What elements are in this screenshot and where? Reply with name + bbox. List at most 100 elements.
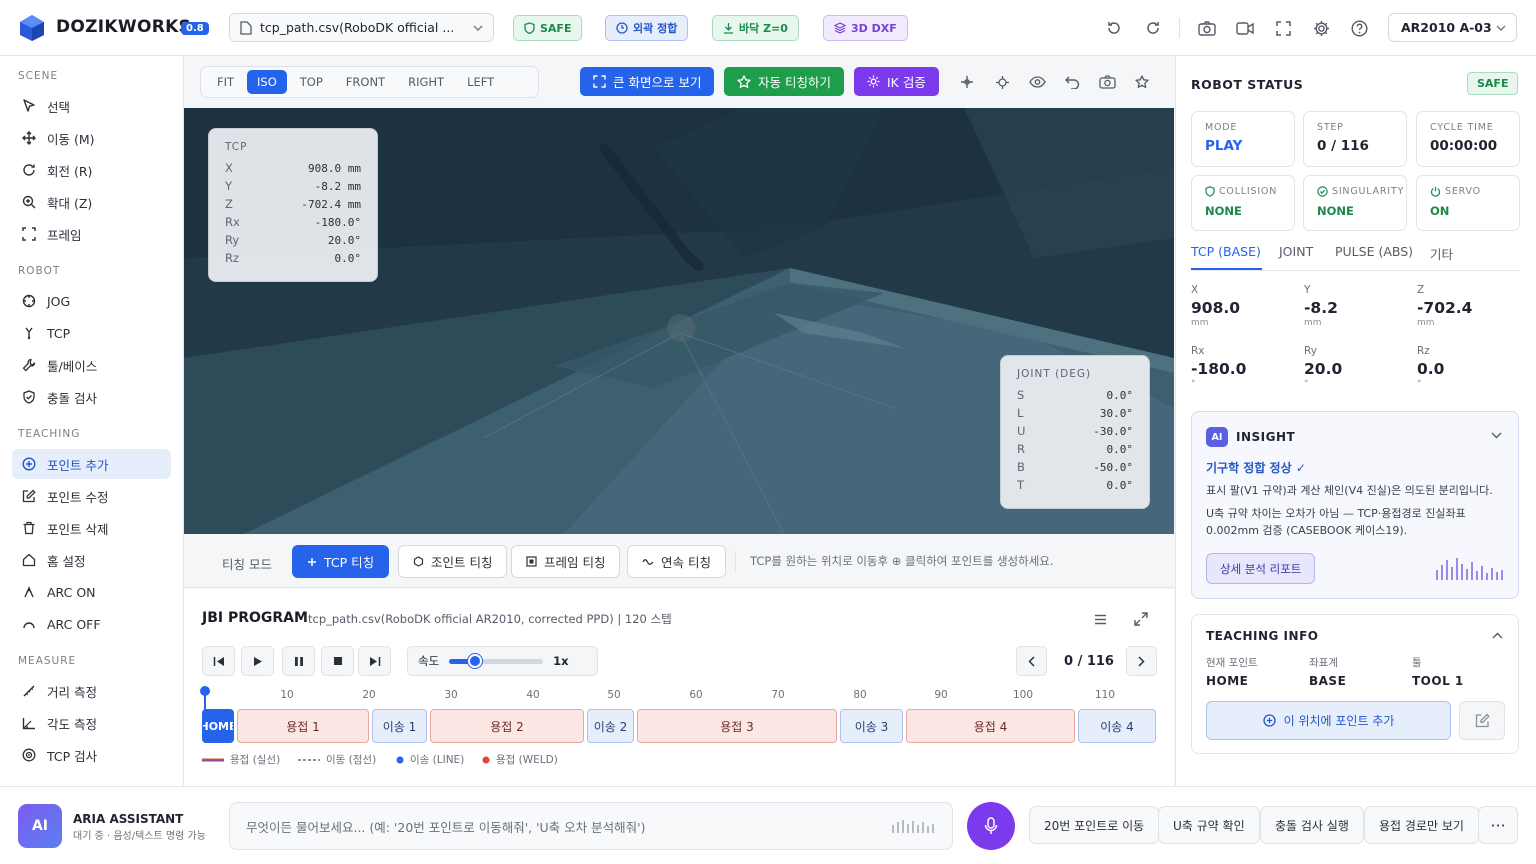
assistant-input[interactable]: 무엇이든 물어보세요... (예: '20번 포인트로 이동해줘', 'U축 오… (229, 802, 953, 850)
sidebar-item-angle[interactable]: 각도 측정 (12, 708, 171, 738)
ik-check-button[interactable]: IK 검증 (854, 67, 939, 96)
field-value: HOME (1206, 674, 1249, 688)
frame-square-icon (526, 556, 537, 567)
sidebar-item-tcp[interactable]: TCP (12, 318, 171, 348)
chip-run-collision-check[interactable]: 충돌 검사 실행 (1260, 806, 1364, 844)
timeline-segment-home[interactable]: HOME (202, 709, 234, 743)
play-button[interactable] (241, 646, 274, 676)
timeline-segment-weld-2[interactable]: 용접 2 (430, 709, 584, 743)
sidebar-item-zoom[interactable]: 확대 (Z) (12, 187, 171, 217)
prev-step-button[interactable] (1016, 646, 1047, 676)
stop-button[interactable] (321, 646, 354, 676)
skip-end-button[interactable] (358, 646, 391, 676)
undo-icon[interactable] (1102, 16, 1126, 40)
sidebar-item-label: TCP (47, 325, 71, 341)
joint-teach-button[interactable]: 조인트 티칭 (398, 545, 508, 578)
view-right-button[interactable]: RIGHT (398, 70, 454, 94)
sidebar-item-move[interactable]: 이동 (M) (12, 123, 171, 153)
sidebar-item-tool-base[interactable]: 툴/베이스 (12, 350, 171, 380)
dxf-pill[interactable]: 3D DXF (823, 15, 908, 41)
help-icon[interactable] (1347, 16, 1371, 40)
chip-check-u-axis[interactable]: U축 규약 확인 (1158, 806, 1260, 844)
sidebar-item-delete-point[interactable]: 포인트 삭제 (12, 513, 171, 543)
snapshot-icon[interactable] (1095, 70, 1119, 94)
timeline-playhead-handle[interactable] (200, 686, 210, 696)
sidebar-item-home-setting[interactable]: 홈 설정 (12, 545, 171, 575)
chevron-down-icon[interactable] (1491, 432, 1502, 439)
tcp-teach-button[interactable]: TCP 티칭 (292, 545, 390, 578)
file-icon (240, 20, 252, 35)
timeline-segment-move-4[interactable]: 이송 4 (1078, 709, 1156, 743)
favorite-star-icon[interactable] (1130, 70, 1154, 94)
audio-level-icon (892, 819, 936, 833)
timeline-segment-weld-4[interactable]: 용접 4 (906, 709, 1075, 743)
next-step-button[interactable] (1126, 646, 1157, 676)
sidebar-item-add-point[interactable]: 포인트 추가 (12, 449, 171, 479)
tcp-row-rz: Rz 0.0° (225, 249, 361, 267)
eye-icon[interactable] (1025, 70, 1049, 94)
crosshair-icon[interactable] (990, 70, 1014, 94)
camera-icon[interactable] (1195, 16, 1219, 40)
tab-tcp-base[interactable]: TCP (BASE) (1191, 244, 1261, 259)
view-fit-button[interactable]: FIT (207, 70, 244, 94)
sidebar-item-frame[interactable]: 프레임 (12, 219, 171, 249)
legend-dashed-line (298, 758, 320, 762)
timeline-segment-move-1[interactable]: 이송 1 (372, 709, 427, 743)
grid-snap-icon[interactable] (955, 70, 979, 94)
speed-value: 1x (553, 654, 569, 668)
gear-icon[interactable] (1309, 16, 1333, 40)
skip-start-button[interactable] (202, 646, 235, 676)
speed-slider-handle[interactable] (467, 653, 482, 668)
detail-report-button[interactable]: 상세 분석 리포트 (1206, 553, 1316, 584)
reset-view-icon[interactable] (1060, 70, 1084, 94)
sidebar-item-tcp-check[interactable]: TCP 검사 (12, 740, 171, 770)
add-point-here-button[interactable]: 이 위치에 포인트 추가 (1206, 701, 1451, 740)
legend-red-dot (482, 756, 490, 764)
sidebar-item-rotate[interactable]: 회전 (R) (12, 155, 171, 185)
video-icon[interactable] (1233, 16, 1257, 40)
pause-button[interactable] (282, 646, 315, 676)
chevron-up-icon[interactable] (1492, 632, 1503, 639)
auto-teach-button[interactable]: 자동 티칭하기 (724, 67, 844, 96)
view-iso-button[interactable]: ISO (247, 70, 287, 94)
timeline-segment-move-3[interactable]: 이송 3 (840, 709, 903, 743)
microphone-button[interactable] (967, 802, 1015, 850)
tab-pulse-abs[interactable]: PULSE (ABS) (1335, 244, 1413, 259)
timeline-segment-weld-1[interactable]: 용접 1 (237, 709, 369, 743)
sidebar-item-distance[interactable]: 거리 측정 (12, 676, 171, 706)
chip-move-to-point-20[interactable]: 20번 포인트로 이동 (1029, 806, 1160, 844)
edit-point-button[interactable] (1459, 701, 1505, 740)
list-icon[interactable] (1089, 609, 1111, 629)
sidebar-item-arc-off[interactable]: ARC OFF (12, 609, 171, 639)
view-front-button[interactable]: FRONT (336, 70, 395, 94)
frame-teach-button[interactable]: 프레임 티칭 (511, 545, 621, 578)
expand-icon (593, 75, 606, 88)
coord-unit: ° (1304, 379, 1309, 389)
angle-icon (22, 716, 36, 730)
sidebar-item-edit-point[interactable]: 포인트 수정 (12, 481, 171, 511)
fullscreen-icon[interactable] (1271, 16, 1295, 40)
timeline-segment-weld-3[interactable]: 용접 3 (637, 709, 837, 743)
view-left-button[interactable]: LEFT (457, 70, 504, 94)
view-top-button[interactable]: TOP (290, 70, 333, 94)
timeline-segment-move-2[interactable]: 이송 2 (587, 709, 634, 743)
outline-match-pill[interactable]: 외곽 정합 (605, 15, 689, 41)
tab-joint[interactable]: JOINT (1279, 244, 1313, 259)
speed-slider[interactable] (449, 653, 544, 668)
safe-pill[interactable]: SAFE (513, 15, 583, 41)
sidebar-item-select[interactable]: 선택 (12, 91, 171, 121)
floor-pill[interactable]: 바닥 Z=0 (712, 15, 799, 41)
file-select[interactable]: tcp_path.csv(RoboDK official ... (229, 13, 494, 42)
expand-icon[interactable] (1130, 609, 1152, 629)
sidebar-item-jog[interactable]: JOG (12, 286, 171, 316)
more-options-button[interactable]: ··· (1478, 806, 1518, 844)
chip-show-weld-path[interactable]: 용접 경로만 보기 (1364, 806, 1479, 844)
sidebar-item-arc-on[interactable]: ARC ON (12, 577, 171, 607)
continuous-teach-button[interactable]: 연속 티칭 (627, 545, 726, 578)
redo-icon[interactable] (1141, 16, 1165, 40)
big-screen-button[interactable]: 큰 화면으로 보기 (580, 67, 715, 96)
robot-select[interactable]: AR2010 A-03 (1388, 13, 1517, 42)
tab-etc[interactable]: 기타 (1430, 244, 1453, 263)
sidebar-item-collision-check[interactable]: 충돌 검사 (12, 382, 171, 412)
stat-value: PLAY (1205, 138, 1243, 154)
